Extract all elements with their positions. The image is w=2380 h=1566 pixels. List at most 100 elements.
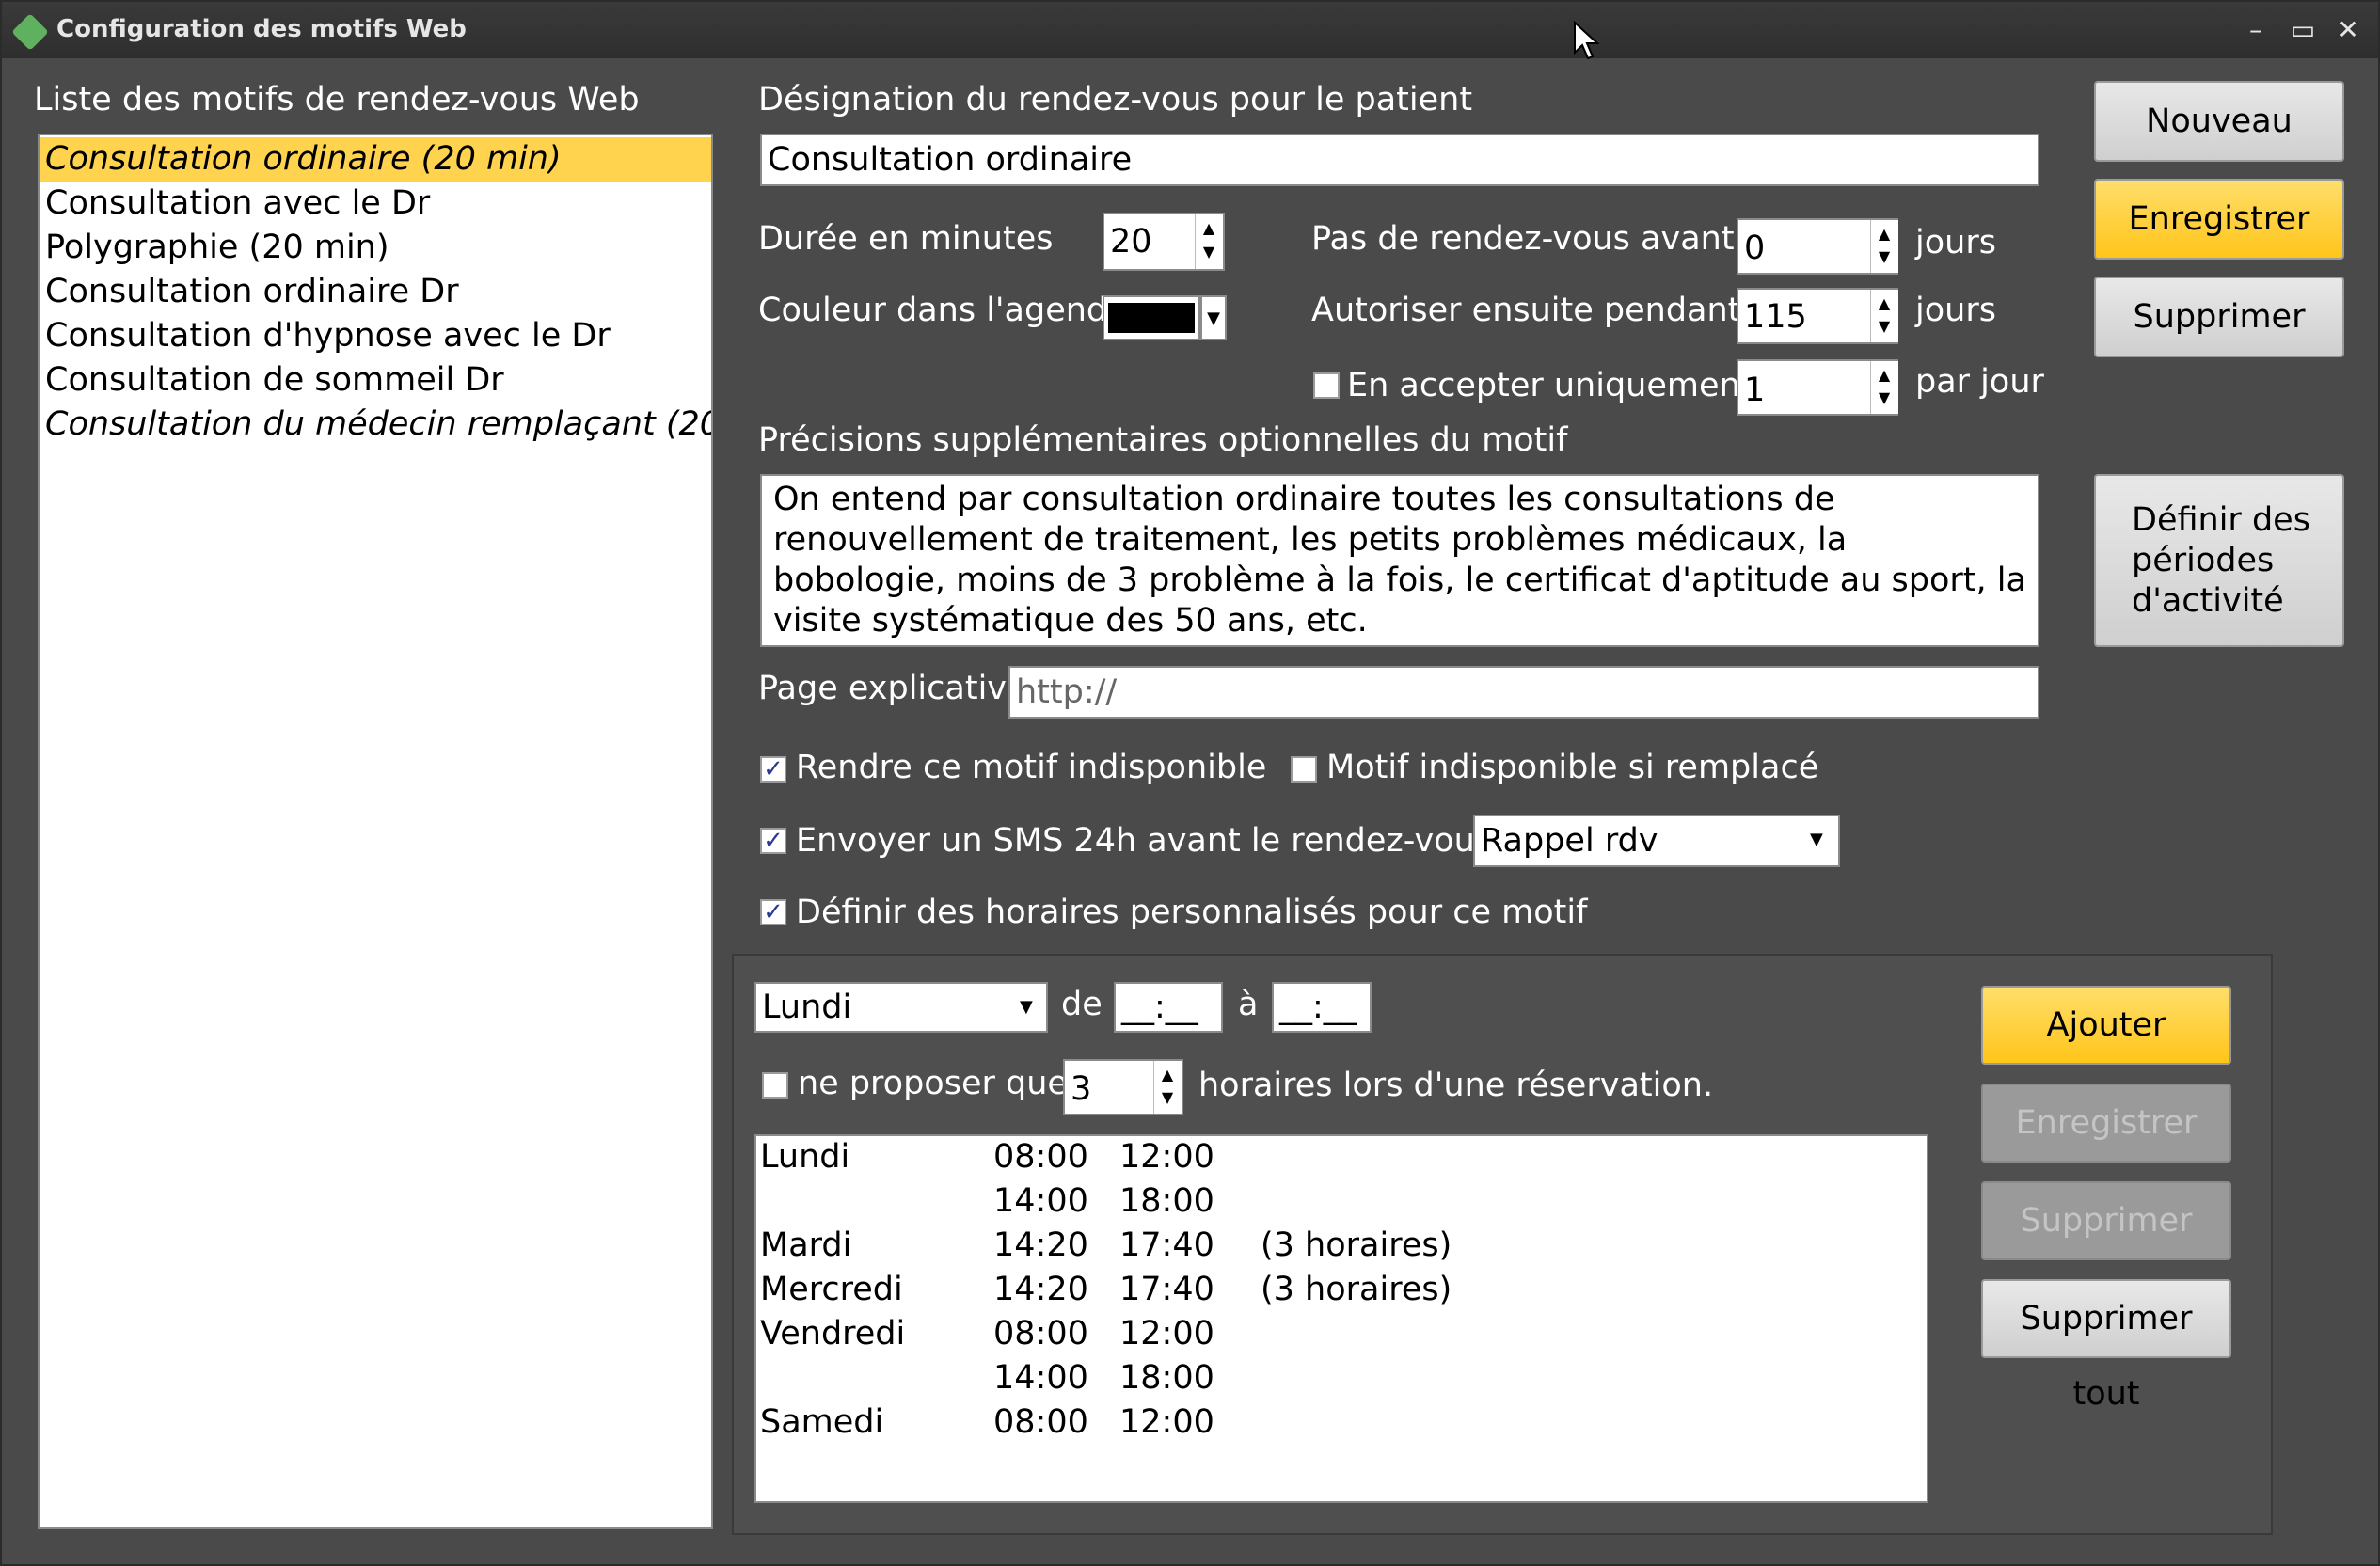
sched-day: Vendredi [760, 1315, 906, 1352]
supprimer-tout-button[interactable]: Supprimer tout [1981, 1279, 2231, 1413]
definir-line: périodes [2132, 542, 2275, 579]
spin-up-icon[interactable]: ▲ [1871, 290, 1897, 316]
ajouter-button[interactable]: Ajouter [1981, 986, 2231, 1065]
day-select-value: Lundi [762, 989, 852, 1026]
sched-start: 08:00 [993, 1403, 1088, 1441]
accepter-spin[interactable]: ▲ ▼ [1870, 361, 1898, 414]
spin-up-icon[interactable]: ▲ [1196, 214, 1222, 242]
ne-proposer-checkbox[interactable] [762, 1072, 788, 1099]
ne-proposer-label: ne proposer que [798, 1065, 1068, 1102]
autoriser-label: Autoriser ensuite pendant [1311, 292, 1741, 329]
color-swatch [1108, 303, 1195, 333]
precisions-textarea[interactable]: On entend par consultation ordinaire tou… [760, 474, 2039, 647]
sched-end: 18:00 [1119, 1182, 1214, 1220]
horaires-perso-label: Définir des horaires personnalisés pour … [796, 894, 1588, 931]
motif-remplace-checkbox[interactable] [1291, 756, 1317, 783]
spin-down-icon[interactable]: ▼ [1871, 246, 1897, 273]
sched-day: Mardi [760, 1226, 852, 1264]
accepter-checkbox[interactable] [1313, 372, 1340, 399]
page-url-input[interactable]: http:// [1008, 666, 2039, 719]
sched-day: Samedi [760, 1403, 884, 1441]
spin-up-icon[interactable]: ▲ [1871, 220, 1897, 246]
spin-up-icon[interactable]: ▲ [1154, 1061, 1181, 1087]
spin-down-icon[interactable]: ▼ [1154, 1087, 1181, 1114]
app-logo-icon [11, 13, 49, 51]
definir-line: d'activité [2132, 582, 2284, 620]
accepter-label: En accepter uniquement [1347, 367, 1753, 404]
sched-start: 08:00 [993, 1315, 1088, 1352]
autoriser-spin[interactable]: ▲ ▼ [1870, 290, 1898, 342]
sms-template-select[interactable]: Rappel rdv [1473, 815, 1840, 867]
list-item[interactable]: Consultation ordinaire Dr [40, 270, 711, 314]
precisions-label: Précisions supplémentaires optionnelles … [758, 421, 1568, 459]
spin-down-icon[interactable]: ▼ [1871, 388, 1897, 414]
list-item[interactable]: Polygraphie (20 min) [40, 226, 711, 270]
list-item[interactable]: Consultation avec le Dr [40, 182, 711, 226]
sched-start: 14:00 [993, 1359, 1088, 1397]
color-dropdown-icon[interactable]: ▼ [1200, 295, 1227, 340]
list-item[interactable]: Consultation de sommeil Dr [40, 358, 711, 403]
de-label: de [1061, 986, 1103, 1023]
mouse-cursor-icon [1574, 21, 1599, 60]
schedule-enregistrer-button[interactable]: Enregistrer [1981, 1084, 2231, 1163]
a-label: à [1238, 986, 1259, 1023]
list-item[interactable]: Consultation du médecin remplaçant (20 m… [40, 403, 711, 447]
list-item[interactable]: Consultation d'hypnose avec le Dr [40, 314, 711, 358]
ne-proposer-spin[interactable]: ▲ ▼ [1153, 1061, 1182, 1114]
sched-day: Mercredi [760, 1271, 903, 1308]
pas-label: Pas de rendez-vous avant [1311, 220, 1735, 258]
pas-spin[interactable]: ▲ ▼ [1870, 220, 1898, 273]
list-item[interactable]: Consultation ordinaire (20 min) [40, 137, 711, 182]
schedule-panel: Lundi ▼ de __:__ à __:__ ne proposer que… [732, 954, 2273, 1535]
maximize-icon[interactable]: ▭ [2284, 13, 2322, 47]
motif-list-label: Liste des motifs de rendez-vous Web [34, 81, 640, 119]
page-label: Page explicative [758, 670, 1027, 707]
sched-end: 12:00 [1119, 1403, 1214, 1441]
supprimer-button[interactable]: Supprimer [2094, 277, 2344, 357]
duree-label: Durée en minutes [758, 220, 1054, 258]
sched-note: (3 horaires) [1261, 1226, 1452, 1264]
day-select[interactable]: Lundi [754, 982, 1048, 1033]
sched-end: 18:00 [1119, 1359, 1214, 1397]
sms-label: Envoyer un SMS 24h avant le rendez-vous [796, 822, 1492, 860]
window-title: Configuration des motifs Web [56, 15, 467, 43]
schedule-supprimer-button[interactable]: Supprimer [1981, 1181, 2231, 1260]
sched-end: 12:00 [1119, 1315, 1214, 1352]
designation-input[interactable]: Consultation ordinaire [760, 134, 2039, 186]
sched-start: 14:20 [993, 1271, 1088, 1308]
spin-down-icon[interactable]: ▼ [1871, 316, 1897, 342]
spin-down-icon[interactable]: ▼ [1196, 242, 1222, 269]
minimize-icon[interactable]: – [2237, 13, 2275, 47]
sched-start: 08:00 [993, 1138, 1088, 1176]
sms-checkbox[interactable]: ✓ [760, 828, 786, 854]
close-icon[interactable]: ✕ [2329, 13, 2367, 47]
from-time-input[interactable]: __:__ [1114, 982, 1223, 1033]
rendre-indispo-label: Rendre ce motif indisponible [796, 749, 1267, 786]
motif-list[interactable]: Consultation ordinaire (20 min) Consulta… [38, 134, 713, 1529]
horaires-perso-checkbox[interactable]: ✓ [760, 899, 786, 925]
enregistrer-button[interactable]: Enregistrer [2094, 179, 2344, 260]
motif-remplace-label: Motif indisponible si remplacé [1326, 749, 1819, 786]
to-time-input[interactable]: __:__ [1272, 982, 1372, 1033]
chevron-down-icon[interactable]: ▼ [1810, 830, 1823, 849]
sched-day: Lundi [760, 1138, 850, 1176]
sched-note: (3 horaires) [1261, 1271, 1452, 1308]
designation-label: Désignation du rendez-vous pour le patie… [758, 81, 1473, 119]
chevron-down-icon[interactable]: ▼ [1020, 997, 1033, 1017]
spin-up-icon[interactable]: ▲ [1871, 361, 1897, 388]
sched-end: 12:00 [1119, 1138, 1214, 1176]
couleur-label: Couleur dans l'agenda [758, 292, 1128, 329]
duree-spin[interactable]: ▲ ▼ [1195, 214, 1223, 269]
title-bar[interactable]: Configuration des motifs Web – ▭ ✕ [2, 2, 2378, 58]
sched-start: 14:00 [993, 1182, 1088, 1220]
nouveau-button[interactable]: Nouveau [2094, 81, 2344, 162]
config-window: Configuration des motifs Web – ▭ ✕ Liste… [0, 0, 2380, 1566]
pas-unit: jours [1915, 224, 1996, 261]
sched-start: 14:20 [993, 1226, 1088, 1264]
color-picker[interactable] [1103, 295, 1200, 340]
rendre-indispo-checkbox[interactable]: ✓ [760, 756, 786, 783]
sched-end: 17:40 [1119, 1226, 1214, 1264]
definir-periodes-button[interactable]: Définir des périodes d'activité [2094, 474, 2344, 647]
schedule-list[interactable]: Lundi 08:00 12:00 14:00 18:00 Mardi 14:2… [754, 1134, 1928, 1503]
sms-template-value: Rappel rdv [1481, 822, 1658, 860]
